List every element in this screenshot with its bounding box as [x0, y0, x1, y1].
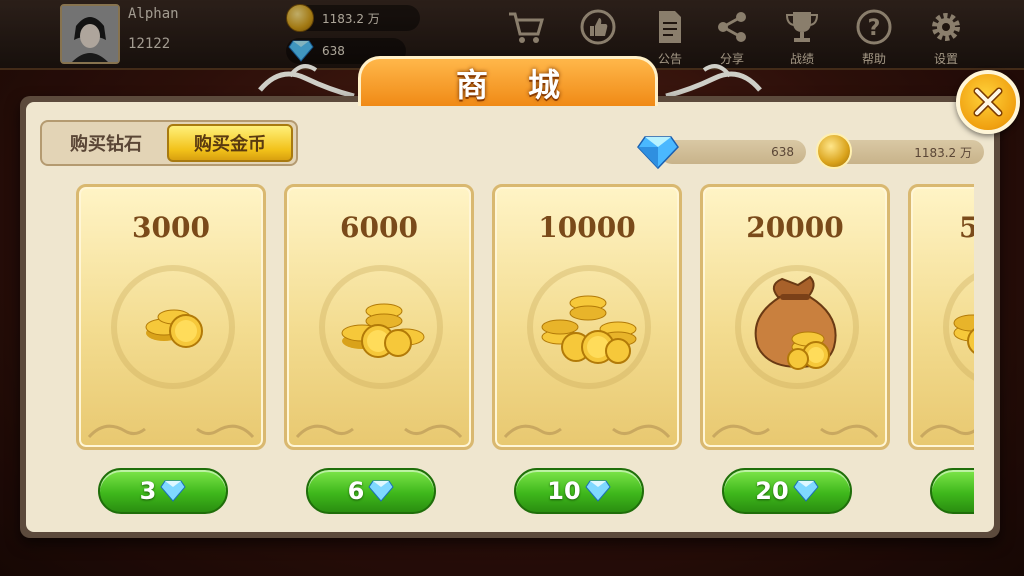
product-item: 5	[908, 184, 974, 524]
diamond-icon	[637, 136, 679, 170]
price-label: 3	[139, 477, 157, 505]
diamond-icon	[160, 480, 186, 502]
large-coin-pile-icon	[541, 295, 637, 364]
product-amount: 3000	[132, 211, 210, 244]
buy-button[interactable]: 6	[306, 468, 436, 514]
buy-button[interactable]	[930, 468, 974, 514]
small-coin-stack-icon	[145, 309, 203, 348]
diamond-icon	[368, 480, 394, 502]
close-button[interactable]	[956, 70, 1020, 134]
card-ornament-icon	[711, 424, 879, 439]
product-card[interactable]: 10000	[492, 184, 682, 450]
title-swirl-left-icon	[258, 64, 355, 99]
product-card[interactable]: 20000	[700, 184, 890, 450]
coin-pile-icon	[341, 303, 425, 358]
product-card[interactable]: 5	[908, 184, 974, 450]
price-label: 20	[755, 477, 789, 505]
gold-coin-icon	[816, 133, 852, 169]
shop-diamond-balance: 638	[660, 140, 806, 164]
product-amount: 10000	[538, 211, 636, 244]
price-label: 6	[347, 477, 365, 505]
shop-title: 商城	[358, 56, 658, 106]
price-label: 10	[547, 477, 581, 505]
money-bag-icon	[754, 275, 837, 370]
card-ornament-icon	[295, 424, 463, 439]
product-item: 3000 3	[76, 184, 266, 524]
shop-gold-balance: 1183.2 万	[836, 140, 984, 164]
product-list[interactable]: 3000 3 6000 6 10000 10 20000 20 5	[76, 184, 974, 524]
product-amount: 5	[959, 211, 974, 244]
card-ornament-icon	[503, 424, 671, 439]
card-ornament-icon	[87, 424, 255, 439]
product-item: 6000 6	[284, 184, 474, 524]
buy-button[interactable]: 10	[514, 468, 644, 514]
close-icon	[973, 87, 1003, 117]
diamond-icon	[585, 480, 611, 502]
tab-buy-diamonds[interactable]: 购买钻石	[45, 124, 167, 162]
product-amount: 20000	[746, 211, 844, 244]
product-item: 20000 20	[700, 184, 890, 524]
card-ornament-icon	[919, 424, 974, 439]
product-amount: 6000	[340, 211, 418, 244]
shop-tabs: 购买钻石 购买金币	[40, 120, 298, 166]
tab-buy-gold[interactable]: 购买金币	[167, 124, 293, 162]
buy-button[interactable]: 3	[98, 468, 228, 514]
diamond-icon	[793, 480, 819, 502]
coin-pile-icon	[953, 314, 974, 354]
product-item: 10000 10	[492, 184, 682, 524]
title-swirl-right-icon	[665, 64, 762, 99]
buy-button[interactable]: 20	[722, 468, 852, 514]
product-card[interactable]: 6000	[284, 184, 474, 450]
product-card[interactable]: 3000	[76, 184, 266, 450]
